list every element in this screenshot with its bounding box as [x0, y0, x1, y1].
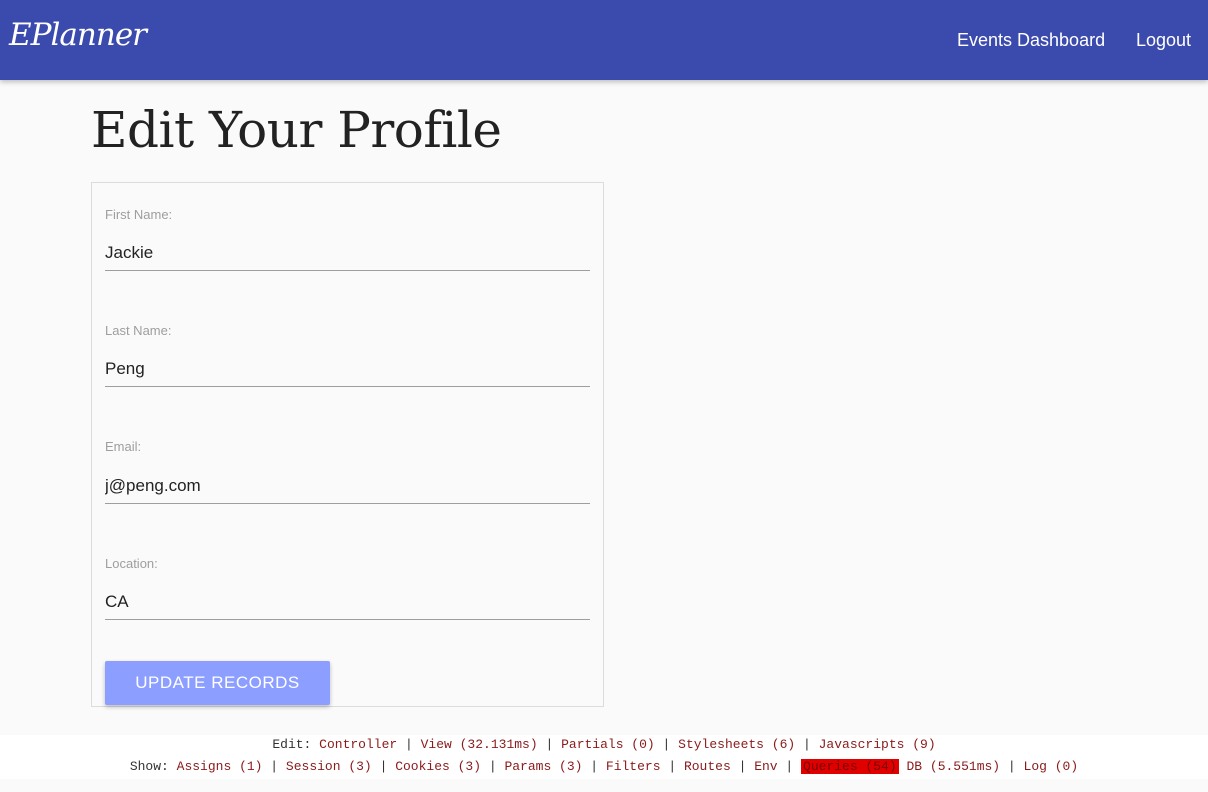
last-name-input[interactable]: [105, 352, 590, 387]
brand-logo[interactable]: EPlanner: [9, 17, 147, 53]
separator: |: [803, 737, 811, 752]
page-title: Edit Your Profile: [91, 101, 502, 159]
debug-link-filters[interactable]: Filters: [606, 759, 661, 774]
logout-link[interactable]: Logout: [1136, 30, 1191, 51]
debug-link-cookies[interactable]: Cookies (3): [395, 759, 481, 774]
separator: |: [545, 737, 554, 752]
location-input[interactable]: [105, 585, 590, 620]
separator: |: [668, 759, 677, 774]
debug-link-session[interactable]: Session (3): [286, 759, 372, 774]
debug-link-stylesheets[interactable]: Stylesheets (6): [678, 737, 795, 752]
debug-link-partials[interactable]: Partials (0): [561, 737, 655, 752]
separator: |: [379, 759, 388, 774]
debug-show-prefix: Show:: [129, 759, 169, 774]
debug-link-routes[interactable]: Routes: [684, 759, 731, 774]
separator: |: [662, 737, 671, 752]
last-name-label: Last Name:: [105, 323, 172, 338]
debug-link-log[interactable]: Log (0): [1024, 759, 1079, 774]
profile-form: First Name: Last Name: Email: Location: …: [91, 182, 604, 707]
email-input[interactable]: [105, 469, 590, 504]
location-label: Location:: [105, 556, 158, 571]
first-name-label: First Name:: [105, 207, 173, 222]
separator: |: [738, 759, 747, 774]
events-dashboard-link[interactable]: Events Dashboard: [957, 30, 1105, 51]
separator: |: [1007, 759, 1016, 774]
debug-link-view[interactable]: View (32.131ms): [421, 737, 538, 752]
email-label: Email:: [105, 439, 142, 454]
debug-link-assigns[interactable]: Assigns (1): [177, 759, 263, 774]
separator: |: [405, 737, 413, 752]
debug-link-params[interactable]: Params (3): [504, 759, 582, 774]
debug-footer: Edit: Controller | View (32.131ms) | Par…: [0, 735, 1208, 779]
top-navbar: EPlanner Events Dashboard Logout: [0, 0, 1208, 80]
debug-show-line: Show: Assigns (1) | Session (3) | Cookie…: [0, 757, 1208, 779]
separator: |: [785, 759, 794, 774]
update-records-button[interactable]: UPDATE RECORDS: [105, 661, 330, 705]
separator: |: [488, 759, 497, 774]
debug-link-db[interactable]: DB (5.551ms): [906, 759, 1000, 774]
debug-link-queries[interactable]: Queries (54): [801, 759, 899, 774]
debug-edit-prefix: Edit:: [272, 737, 312, 752]
debug-link-env[interactable]: Env: [754, 759, 777, 774]
first-name-input[interactable]: [105, 236, 590, 271]
separator: |: [270, 759, 279, 774]
debug-link-javascripts[interactable]: Javascripts (9): [819, 737, 936, 752]
debug-edit-line: Edit: Controller | View (32.131ms) | Par…: [0, 735, 1208, 757]
debug-link-controller[interactable]: Controller: [319, 737, 397, 752]
separator: |: [590, 759, 599, 774]
